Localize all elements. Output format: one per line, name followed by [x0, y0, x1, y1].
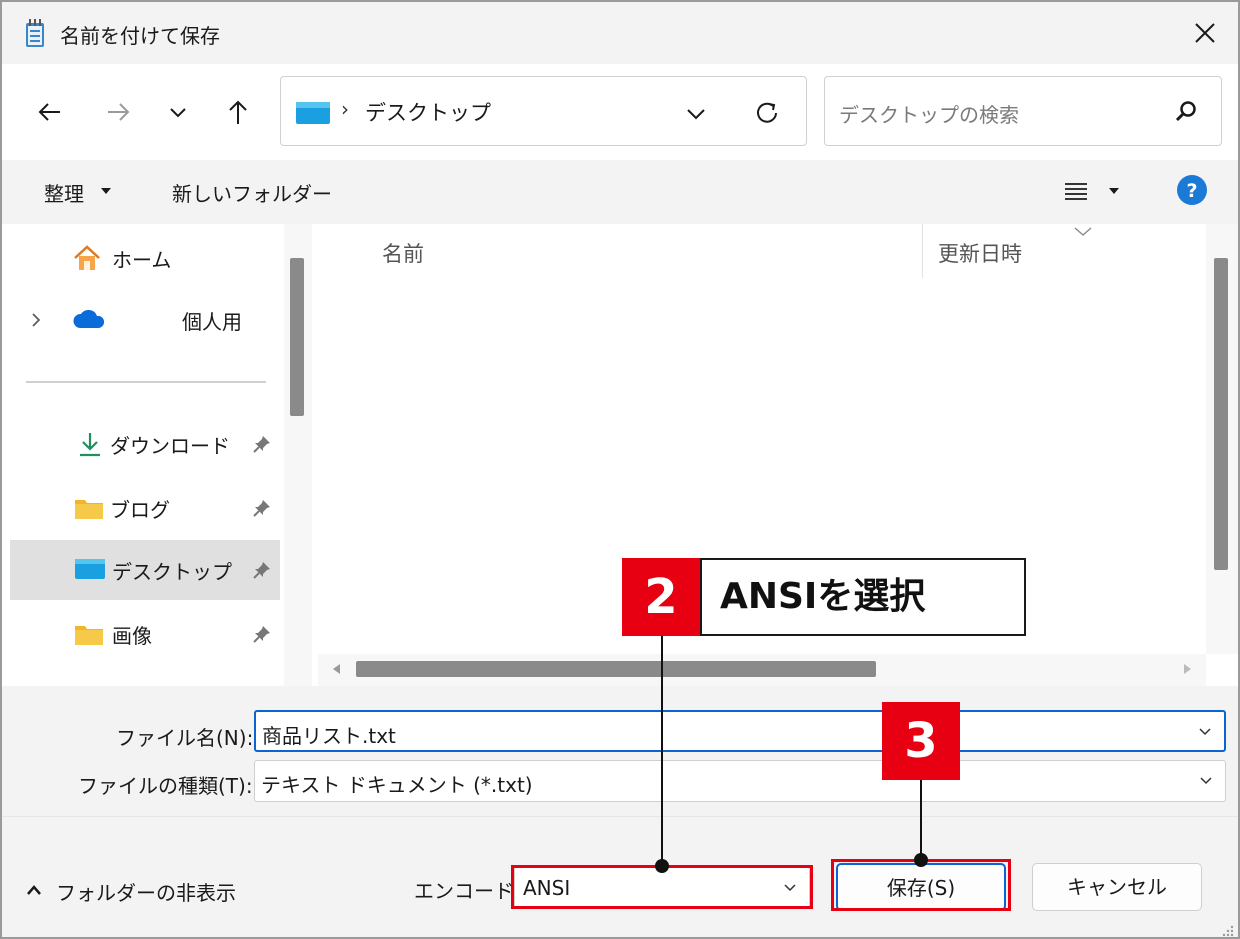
- encoding-label: エンコード:: [414, 879, 521, 903]
- annotation-dot-2: [655, 859, 669, 873]
- back-arrow-icon[interactable]: [30, 92, 70, 132]
- sidebar-item-home[interactable]: ホーム: [10, 228, 280, 288]
- sidebar-item-blog[interactable]: ブログ: [10, 478, 280, 538]
- filetype-value: テキスト ドキュメント (*.txt): [261, 773, 533, 797]
- chevron-down-icon[interactable]: [1198, 727, 1212, 737]
- caret-down-icon: [101, 188, 111, 194]
- annotation-step-2-number: 2: [622, 558, 700, 636]
- navigation-pane: ホーム 個人用 ダウンロード ブログ デスクトップ 画像: [2, 224, 282, 686]
- organize-menu[interactable]: 整理: [44, 178, 84, 207]
- annotation-step-3-number: 3: [882, 702, 960, 780]
- sidebar-item-downloads[interactable]: ダウンロード: [10, 414, 280, 474]
- home-icon: [74, 245, 100, 270]
- chevron-down-icon[interactable]: [1199, 776, 1213, 786]
- annotation-leader-line-2: [661, 634, 663, 866]
- forward-arrow-icon[interactable]: [98, 92, 138, 132]
- sidebar-item-label: ダウンロード: [110, 434, 230, 458]
- chevron-up-icon[interactable]: [26, 884, 42, 896]
- pin-icon[interactable]: [252, 498, 272, 518]
- sidebar-divider: [26, 381, 266, 383]
- window-title: 名前を付けて保存: [60, 24, 220, 48]
- file-fields: ファイル名(N): 商品リスト.txt ファイルの種類(T): テキスト ドキュ…: [2, 686, 1238, 816]
- address-bar[interactable]: › デスクトップ: [280, 76, 807, 146]
- file-list-vertical-scrollbar-thumb[interactable]: [1214, 258, 1228, 570]
- file-list-horizontal-scrollbar-thumb[interactable]: [356, 661, 876, 677]
- hide-folders-button[interactable]: フォルダーの非表示: [56, 877, 236, 906]
- scroll-right-arrow-icon[interactable]: [1180, 662, 1194, 676]
- sidebar-item-pictures[interactable]: 画像: [10, 604, 280, 664]
- column-header-date-modified[interactable]: 更新日時: [938, 238, 1022, 268]
- up-arrow-icon[interactable]: [218, 92, 258, 132]
- folder-icon: [75, 500, 103, 519]
- annotation-step-2-text: ANSIを選択: [700, 558, 1026, 636]
- sidebar-item-label: 個人用: [182, 310, 242, 334]
- sidebar-item-desktop[interactable]: デスクトップ: [10, 540, 280, 600]
- onedrive-cloud-icon: [73, 309, 105, 328]
- sidebar-item-label: 画像: [112, 624, 152, 648]
- sidebar-item-personal[interactable]: 個人用: [10, 290, 280, 350]
- desktop-folder-icon: [296, 102, 330, 124]
- annotation-dot-3: [914, 853, 928, 867]
- search-icon[interactable]: [1173, 99, 1199, 125]
- scroll-left-arrow-icon[interactable]: [330, 662, 344, 676]
- breadcrumb-desktop[interactable]: デスクトップ: [365, 97, 491, 127]
- sidebar-item-label: ブログ: [110, 498, 170, 522]
- resize-grip-icon[interactable]: [1220, 923, 1234, 937]
- close-icon[interactable]: [1188, 16, 1222, 50]
- recent-locations-chevron-icon[interactable]: [158, 92, 198, 132]
- filename-label: ファイル名(N):: [116, 726, 254, 750]
- pin-icon[interactable]: [252, 434, 272, 454]
- navigation-bar: › デスクトップ デスクトップの検索: [2, 64, 1238, 160]
- search-box[interactable]: デスクトップの検索: [824, 76, 1222, 146]
- sidebar-item-label: デスクトップ: [112, 560, 232, 584]
- view-options-icon[interactable]: [1062, 178, 1090, 206]
- caret-down-icon[interactable]: [1108, 187, 1120, 195]
- search-placeholder: デスクトップの検索: [839, 103, 1019, 127]
- new-folder-button[interactable]: 新しいフォルダー: [172, 178, 332, 207]
- filename-input[interactable]: 商品リスト.txt: [254, 710, 1226, 752]
- svg-text:?: ?: [1186, 180, 1197, 202]
- desktop-folder-icon: [75, 559, 105, 579]
- column-separator[interactable]: [922, 224, 923, 278]
- filename-value: 商品リスト.txt: [262, 724, 396, 748]
- sidebar-scrollbar-thumb[interactable]: [290, 258, 304, 416]
- filetype-label: ファイルの種類(T):: [78, 774, 253, 798]
- filetype-select[interactable]: テキスト ドキュメント (*.txt): [254, 760, 1226, 802]
- pin-icon[interactable]: [252, 560, 272, 580]
- content-area: ホーム 個人用 ダウンロード ブログ デスクトップ 画像 名前 更新日時: [2, 224, 1238, 686]
- column-header-name[interactable]: 名前: [382, 238, 424, 268]
- address-dropdown-chevron-icon[interactable]: [681, 99, 711, 129]
- annotation-leader-line-3: [920, 778, 922, 860]
- save-as-dialog: 名前を付けて保存 › デスクトップ デスクトップの検索 整理 新しいフォルダー …: [0, 0, 1240, 939]
- title-bar: 名前を付けて保存: [2, 2, 1238, 64]
- pin-icon[interactable]: [252, 624, 272, 644]
- sort-chevron-icon: [1074, 227, 1092, 236]
- command-bar: 整理 新しいフォルダー ?: [2, 160, 1238, 224]
- expand-chevron-icon[interactable]: [30, 312, 42, 328]
- breadcrumb-separator: ›: [341, 97, 349, 121]
- folder-icon: [75, 626, 103, 645]
- download-icon: [80, 433, 100, 457]
- notepad-icon: [26, 19, 44, 47]
- sidebar-item-label: ホーム: [112, 248, 172, 272]
- cancel-button[interactable]: キャンセル: [1032, 863, 1202, 911]
- help-icon[interactable]: ?: [1176, 174, 1208, 206]
- refresh-icon[interactable]: [749, 95, 785, 131]
